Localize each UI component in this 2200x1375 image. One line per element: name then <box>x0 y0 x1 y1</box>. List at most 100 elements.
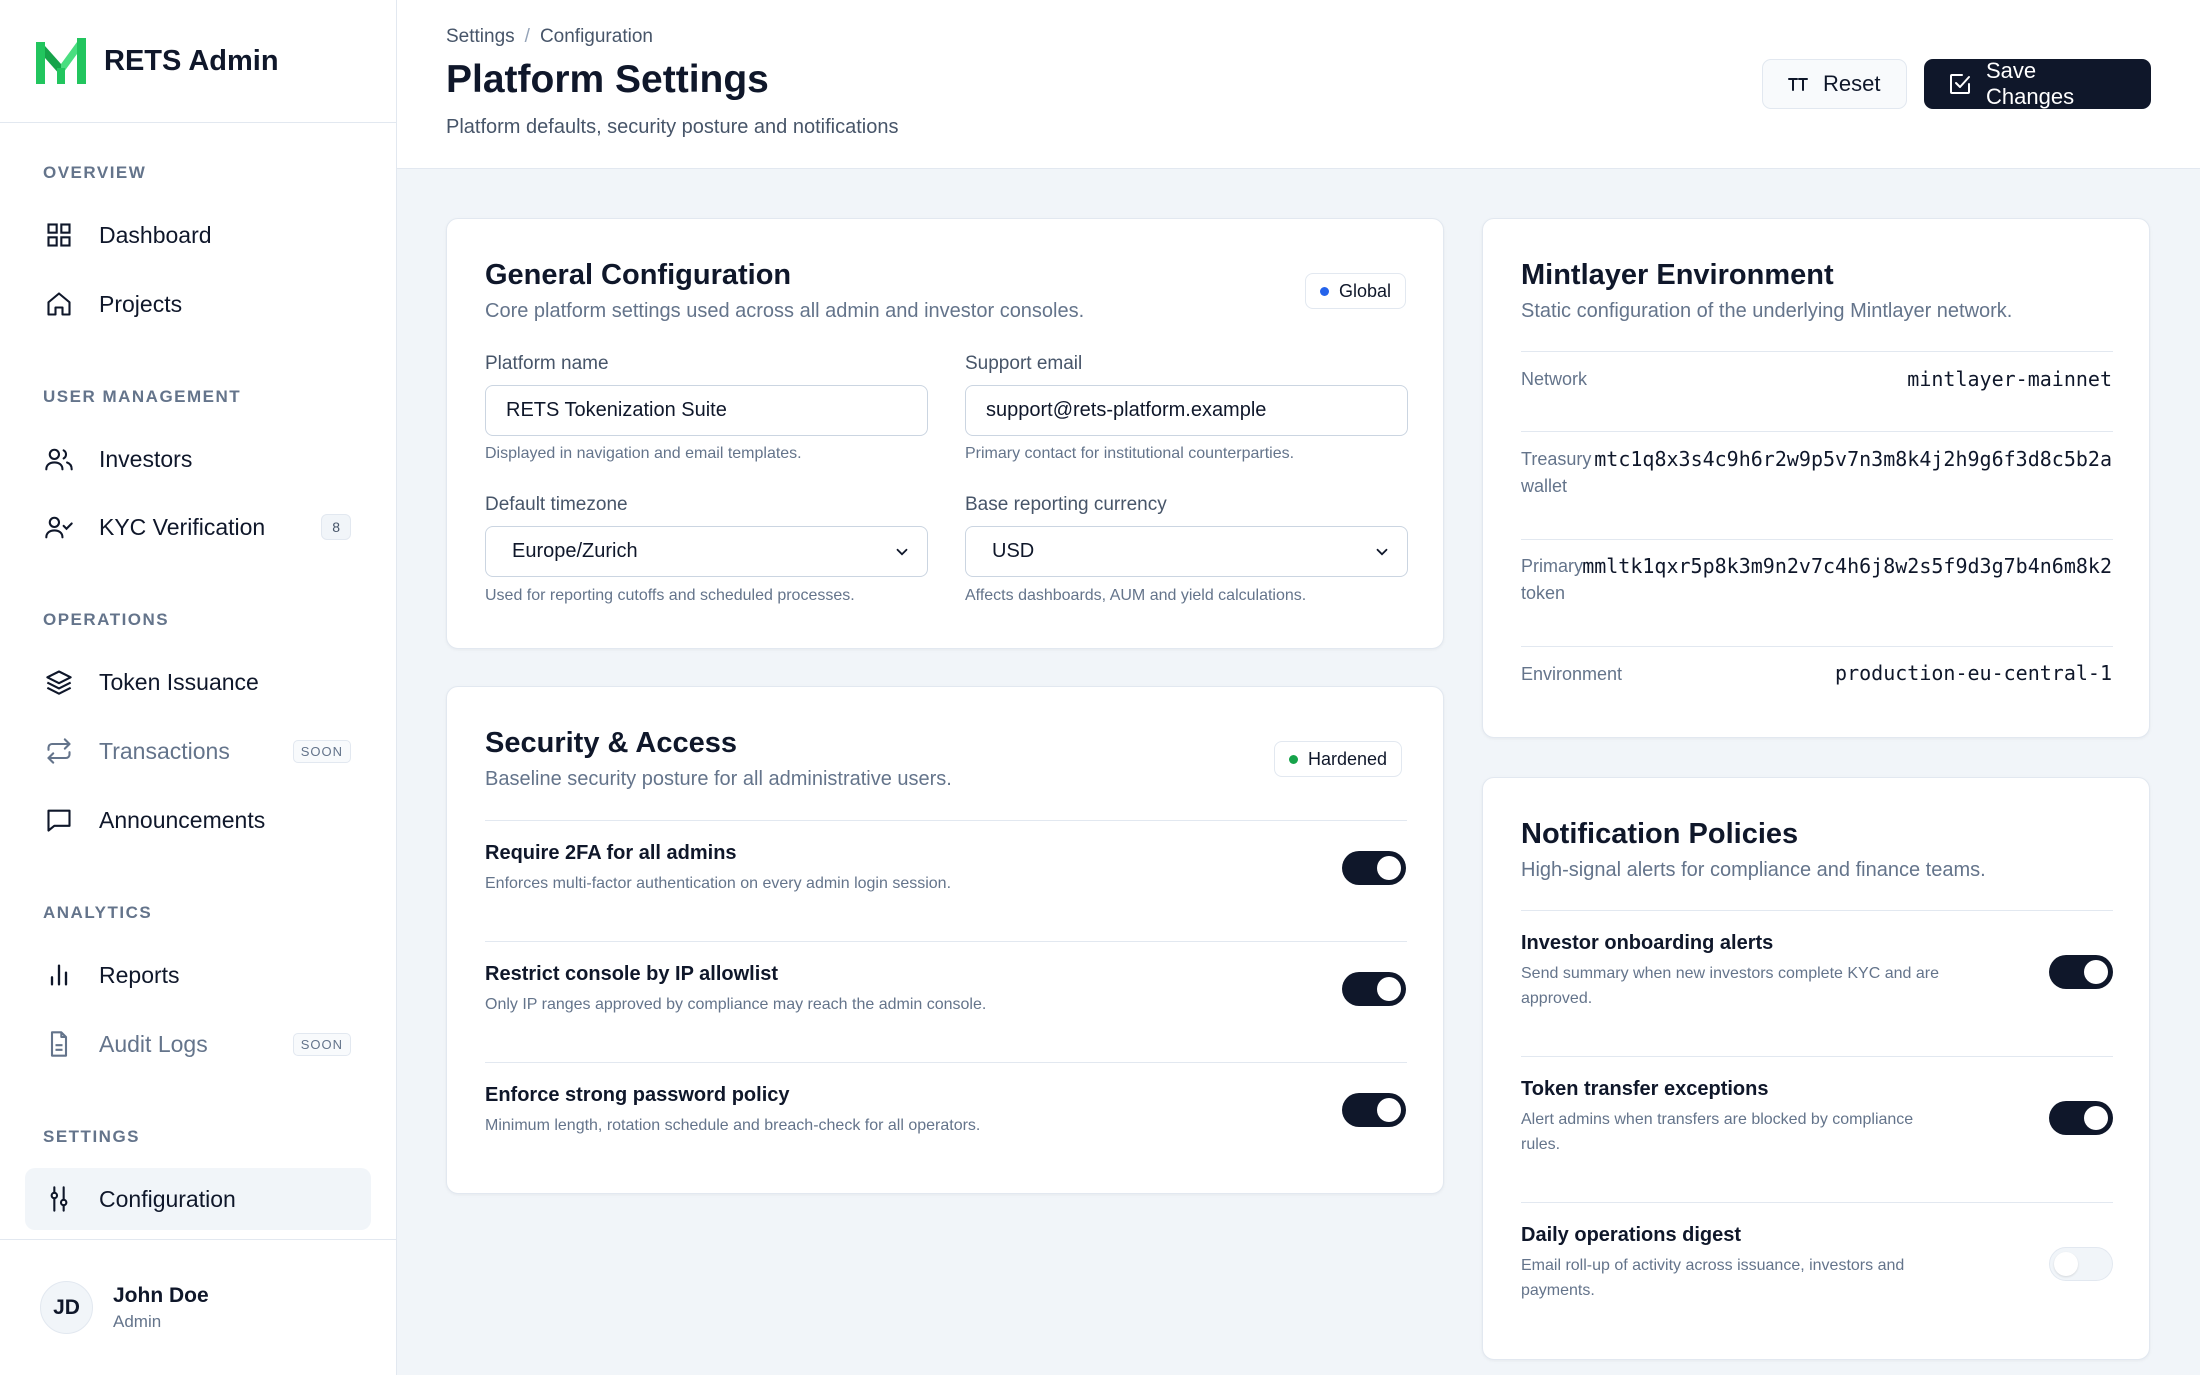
user-profile[interactable]: JD John Doe Admin <box>0 1239 396 1375</box>
breadcrumb: Settings / Configuration <box>446 26 653 48</box>
sidebar-item-label: Configuration <box>99 1185 236 1212</box>
support-email-input[interactable]: support@rets-platform.example <box>965 385 1408 436</box>
save-label: Save Changes <box>1986 58 2075 109</box>
security-row-title: Enforce strong password policy <box>485 1084 790 1106</box>
security-row-desc: Only IP ranges approved by compliance ma… <box>485 996 987 1013</box>
env-key-line: wallet <box>1521 476 1568 496</box>
general-configuration-card: General Configuration Core platform sett… <box>446 218 1444 649</box>
toggle-knob <box>1377 1098 1401 1122</box>
sidebar-item-configuration[interactable]: Configuration <box>25 1168 371 1230</box>
page-title: Platform Settings <box>446 58 769 101</box>
grid-icon <box>43 219 75 251</box>
sidebar-item-investors[interactable]: Investors <box>25 428 371 490</box>
desc-line: payments. <box>1521 1282 1595 1299</box>
onboarding-alerts-toggle[interactable] <box>2049 955 2113 989</box>
env-key-line: Treasury <box>1521 449 1592 469</box>
sidebar-item-audit-logs[interactable]: Audit Logs SOON <box>25 1013 371 1075</box>
sidebar: RETS Admin OVERVIEW Dashboard Projects U… <box>0 0 397 1375</box>
platform-name-input[interactable]: RETS Tokenization Suite <box>485 385 928 436</box>
sidebar-item-projects[interactable]: Projects <box>25 273 371 335</box>
status-dot <box>1289 754 1298 764</box>
sidebar-item-label: Dashboard <box>99 221 212 248</box>
notification-row-title: Token transfer exceptions <box>1521 1078 1769 1100</box>
reset-button[interactable]: Reset <box>1762 59 1907 109</box>
home-icon <box>43 288 75 320</box>
breadcrumb-settings[interactable]: Settings <box>446 26 515 47</box>
chevron-down-icon <box>893 543 911 567</box>
sidebar-item-label: Audit Logs <box>99 1030 208 1057</box>
divider <box>485 820 1407 821</box>
sidebar-item-kyc[interactable]: KYC Verification 8 <box>25 496 371 558</box>
sidebar-item-label: Transactions <box>99 737 230 764</box>
card-subtitle: Static configuration of the underlying M… <box>1521 300 2013 322</box>
nav-section-user-management: USER MANAGEMENT <box>43 387 242 406</box>
env-value-treasury: mtc1q8x3s4c9h6r2w9p5v7n3m8k4j2h9g6f3d8c5… <box>1594 447 2112 471</box>
notification-row-desc: Email roll-up of activity across issuanc… <box>1521 1253 1904 1303</box>
env-key-treasury: Treasury wallet <box>1521 446 1591 500</box>
avatar: JD <box>40 1281 93 1334</box>
divider <box>485 1062 1407 1063</box>
soon-badge: SOON <box>292 1032 351 1056</box>
nav-section-operations: OPERATIONS <box>43 610 170 629</box>
currency-value: USD <box>992 540 1035 562</box>
notification-policies-card: Notification Policies High-signal alerts… <box>1482 777 2150 1360</box>
layers-icon <box>43 666 75 698</box>
page-header: Settings / Configuration Platform Settings… <box>397 0 2200 169</box>
status-badge: Hardened <box>1274 741 1403 777</box>
env-key-environment: Environment <box>1521 664 1623 684</box>
message-square-icon <box>43 804 75 836</box>
desc-line: approved. <box>1521 990 1593 1007</box>
sidebar-item-label: Token Issuance <box>99 668 259 695</box>
notification-row-title: Daily operations digest <box>1521 1224 1742 1246</box>
check-square-icon <box>1948 72 1972 96</box>
toggle-knob <box>2054 1252 2078 1276</box>
ip-allowlist-toggle[interactable] <box>1342 972 1406 1006</box>
sidebar-item-transactions[interactable]: Transactions SOON <box>25 720 371 782</box>
page-subtitle: Platform defaults, security posture and … <box>446 116 899 138</box>
mintlayer-environment-card: Mintlayer Environment Static configurati… <box>1482 218 2150 738</box>
user-role: Admin <box>113 1311 162 1331</box>
notification-row-title: Investor onboarding alerts <box>1521 932 1774 954</box>
currency-label: Base reporting currency <box>965 494 1167 515</box>
card-subtitle: High-signal alerts for compliance and fi… <box>1521 859 1986 881</box>
brand[interactable]: RETS Admin <box>0 0 396 123</box>
nav-section-overview: OVERVIEW <box>43 163 147 182</box>
support-email-hint: Primary contact for institutional counte… <box>965 445 1295 462</box>
sidebar-item-token-issuance[interactable]: Token Issuance <box>25 651 371 713</box>
sliders-icon <box>43 1183 75 1215</box>
breadcrumb-configuration: Configuration <box>539 26 653 47</box>
require-2fa-toggle[interactable] <box>1342 851 1406 885</box>
sidebar-item-announcements[interactable]: Announcements <box>25 789 371 851</box>
transfer-exceptions-toggle[interactable] <box>2049 1101 2113 1135</box>
security-row-desc: Enforces multi-factor authentication on … <box>485 875 952 892</box>
desc-line: Email roll-up of activity across issuanc… <box>1521 1257 1905 1274</box>
repeat-icon <box>43 735 75 767</box>
sidebar-item-reports[interactable]: Reports <box>25 944 371 1006</box>
divider <box>1521 646 2113 647</box>
kyc-count-badge: 8 <box>321 514 351 540</box>
currency-select[interactable]: USD <box>965 526 1408 577</box>
save-button[interactable]: Save Changes <box>1924 58 2151 109</box>
nav-section-analytics: ANALYTICS <box>43 903 153 922</box>
timezone-select[interactable]: Europe/Zurich <box>485 526 928 577</box>
sidebar-item-dashboard[interactable]: Dashboard <box>25 204 371 266</box>
card-title: Mintlayer Environment <box>1521 259 1834 291</box>
card-subtitle: Baseline security posture for all admini… <box>485 768 952 790</box>
env-key-line: Primary <box>1521 556 1583 576</box>
bar-chart-icon <box>43 959 75 991</box>
currency-hint: Affects dashboards, AUM and yield calcul… <box>965 587 1307 604</box>
password-policy-toggle[interactable] <box>1342 1093 1406 1127</box>
rets-logo-icon <box>36 38 86 84</box>
daily-digest-toggle[interactable] <box>2049 1247 2113 1281</box>
divider <box>1521 1202 2113 1203</box>
sidebar-item-label: Investors <box>99 445 193 472</box>
env-value-primary-token: mmltk1qxr5p8k3m9n2v7c4h6j8w2s5f9d3g7b4n6… <box>1582 554 2112 578</box>
security-row-title: Require 2FA for all admins <box>485 842 737 864</box>
user-name: John Doe <box>113 1283 209 1307</box>
divider <box>485 941 1407 942</box>
desc-line: rules. <box>1521 1136 1561 1153</box>
timezone-label: Default timezone <box>485 494 628 515</box>
env-value-environment: production-eu-central-1 <box>1835 661 2112 685</box>
security-access-card: Security & Access Baseline security post… <box>446 686 1444 1194</box>
card-title: General Configuration <box>485 259 792 291</box>
